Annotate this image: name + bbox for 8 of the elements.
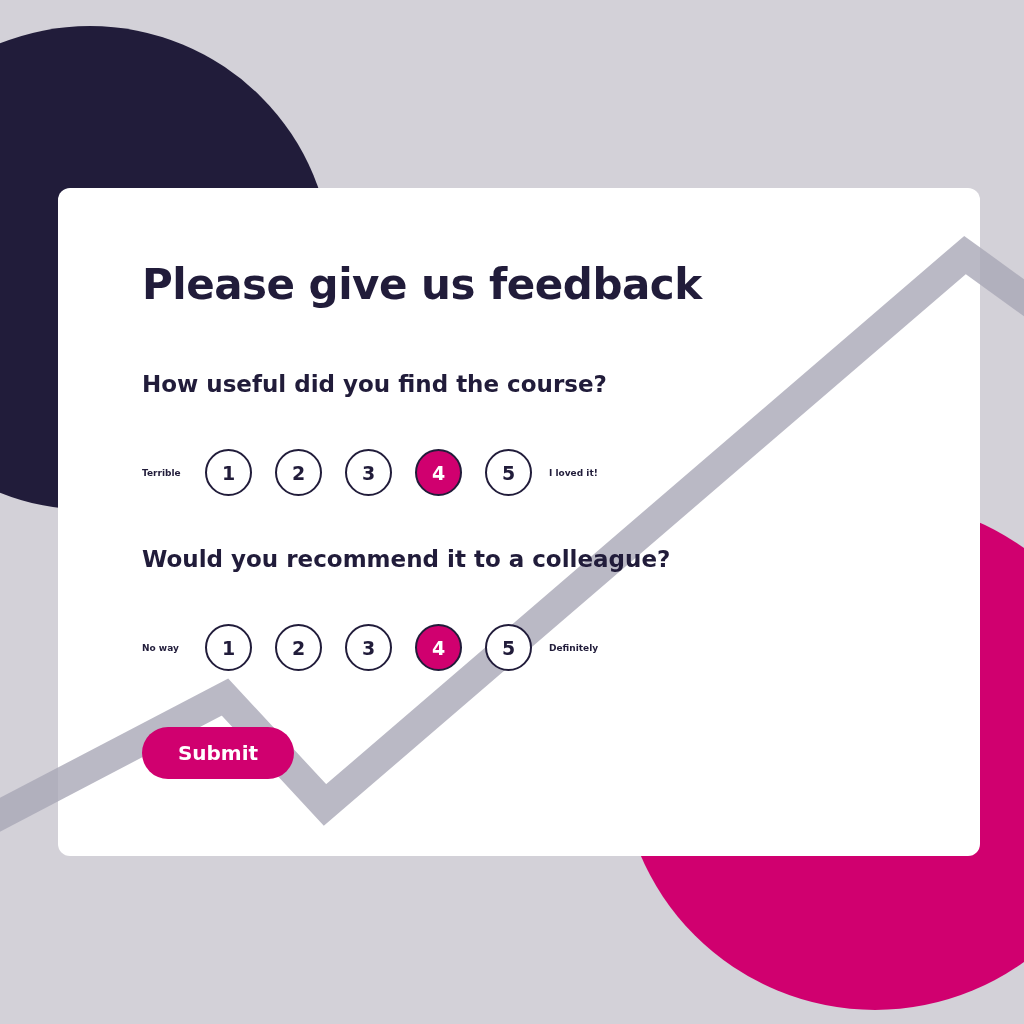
submit-button[interactable]: Submit xyxy=(142,727,294,779)
question-text: How useful did you find the course? xyxy=(142,371,607,397)
form-title: Please give us feedback xyxy=(142,260,702,309)
scale-label: Definitely xyxy=(549,642,599,653)
scale-label: I loved it! xyxy=(549,467,598,478)
scale-label: Terrible xyxy=(142,467,182,478)
scale-label: No way xyxy=(142,642,180,653)
question-text: Would you recommend it to a colleague? xyxy=(142,546,671,572)
